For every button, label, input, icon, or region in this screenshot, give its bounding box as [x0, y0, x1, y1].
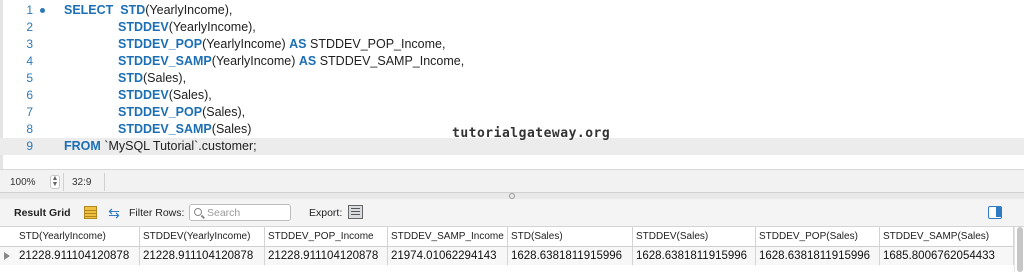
- side-panel-toggle-icon[interactable]: [988, 206, 1002, 219]
- sql-text: (YearlyIncome): [202, 37, 290, 51]
- export-label: Export:: [309, 207, 343, 219]
- statement-marker-icon: [40, 8, 45, 13]
- result-grid: STD(YearlyIncome) STDDEV(YearlyIncome) STD…: [0, 227, 1014, 272]
- table-cell[interactable]: 1628.6381811915996: [508, 247, 633, 265]
- table-cell[interactable]: 21228.911104120878: [16, 247, 140, 265]
- sql-editor[interactable]: 1 SELECT STD(YearlyIncome), 2 STDDEV(Yearly…: [0, 0, 1024, 169]
- line-number: 1: [26, 3, 33, 17]
- sql-keyword: STDDEV_SAMP: [118, 122, 212, 136]
- column-header[interactable]: STDDEV(YearlyIncome): [140, 227, 265, 247]
- sql-keyword: AS: [298, 54, 317, 68]
- filter-rows-label: Filter Rows:: [129, 207, 185, 219]
- grid-header-row: STD(YearlyIncome) STDDEV(YearlyIncome) STD…: [0, 227, 1014, 247]
- code-text: STDDEV_SAMP(Sales): [118, 121, 251, 138]
- sql-keyword: STDDEV_POP: [118, 37, 203, 51]
- code-line[interactable]: 4 STDDEV_SAMP(YearlyIncome) AS STDDEV_SAM…: [0, 53, 1024, 70]
- grid-view-icon[interactable]: [84, 206, 97, 219]
- scrollbar-thumb[interactable]: [1017, 227, 1023, 272]
- zoom-stepper[interactable]: ▲ ▼: [50, 175, 60, 189]
- sql-text: (YearlyIncome): [211, 54, 299, 68]
- search-input[interactable]: [207, 206, 287, 219]
- line-number: 6: [26, 88, 33, 102]
- export-icon[interactable]: [348, 205, 363, 219]
- column-header[interactable]: STD(YearlyIncome): [16, 227, 140, 247]
- code-line[interactable]: 6 STDDEV(Sales),: [0, 87, 1024, 104]
- sql-text: (Sales): [211, 122, 252, 136]
- code-text: STDDEV(Sales),: [118, 87, 212, 104]
- code-text: STDDEV_POP(Sales),: [118, 104, 245, 121]
- code-text: STDDEV(YearlyIncome),: [118, 19, 256, 36]
- line-number: 3: [26, 37, 33, 51]
- result-toolbar: Result Grid ⇆ Filter Rows: Export:: [0, 199, 1024, 227]
- column-header[interactable]: STDDEV_SAMP(Sales): [880, 227, 1014, 247]
- sql-text: STDDEV_POP_Income,: [306, 37, 446, 51]
- column-header[interactable]: STDDEV_SAMP_Income: [388, 227, 508, 247]
- code-line[interactable]: 2 STDDEV(YearlyIncome),: [0, 19, 1024, 36]
- sql-keyword: STDDEV_SAMP: [118, 54, 212, 68]
- search-icon: [194, 208, 202, 216]
- table-cell[interactable]: 21974.01062294143: [388, 247, 508, 265]
- code-line[interactable]: 7 STDDEV_POP(Sales),: [0, 104, 1024, 121]
- sql-text: (YearlyIncome),: [168, 20, 256, 34]
- line-number: 8: [26, 122, 33, 136]
- sql-keyword: FROM: [64, 139, 101, 153]
- line-number: 4: [26, 54, 33, 68]
- line-number: 7: [26, 105, 33, 119]
- sql-keyword: STDDEV: [118, 20, 169, 34]
- sql-text: (Sales),: [202, 105, 246, 119]
- code-line[interactable]: 5 STD(Sales),: [0, 70, 1024, 87]
- code-line[interactable]: 1 SELECT STD(YearlyIncome),: [0, 2, 1024, 19]
- code-text: SELECT STD(YearlyIncome),: [64, 2, 232, 19]
- sql-text: (Sales),: [143, 71, 187, 85]
- table-cell[interactable]: 21228.911104120878: [140, 247, 265, 265]
- line-number: 2: [26, 20, 33, 34]
- code-text: FROM `MySQL Tutorial`.customer;: [64, 138, 257, 155]
- sql-keyword: AS: [289, 37, 307, 51]
- search-box[interactable]: [189, 204, 291, 221]
- table-cell[interactable]: 1628.6381811915996: [633, 247, 756, 265]
- sql-text: `MySQL Tutorial`.customer;: [100, 139, 257, 153]
- column-header[interactable]: STDDEV(Sales): [633, 227, 756, 247]
- sql-text: (Sales),: [168, 88, 212, 102]
- column-header[interactable]: STD(Sales): [508, 227, 633, 247]
- code-text: STDDEV_SAMP(YearlyIncome) AS STDDEV_SAMP…: [118, 53, 464, 70]
- watermark-text: tutorialgateway.org: [452, 126, 611, 141]
- sql-text: STDDEV_SAMP_Income,: [316, 54, 465, 68]
- sql-keyword: STDDEV: [118, 88, 169, 102]
- table-cell[interactable]: 1628.6381811915996: [756, 247, 880, 265]
- result-grid-title: Result Grid: [14, 207, 71, 219]
- refresh-icon[interactable]: ⇆: [106, 205, 122, 221]
- table-row[interactable]: 21228.911104120878 21228.911104120878 2122…: [0, 247, 1014, 265]
- sql-keyword: STDDEV_POP: [118, 105, 203, 119]
- line-number: 5: [26, 71, 33, 85]
- sql-text: (YearlyIncome),: [145, 3, 233, 17]
- code-text: STDDEV_POP(YearlyIncome) AS STDDEV_POP_I…: [118, 36, 445, 53]
- code-text: STD(Sales),: [118, 70, 186, 87]
- cursor-position: 32:9: [72, 177, 92, 188]
- sql-keyword: SELECT: [64, 3, 114, 17]
- status-divider: [63, 173, 64, 191]
- sql-keyword: STD: [118, 71, 143, 85]
- editor-status-bar: 100% ▲ ▼ 32:9: [0, 169, 1024, 193]
- zoom-level: 100%: [10, 177, 36, 188]
- line-number: 9: [26, 139, 33, 153]
- column-header[interactable]: STDDEV_POP_Income: [265, 227, 388, 247]
- status-divider: [104, 173, 105, 191]
- table-cell[interactable]: 1685.8006762054433: [880, 247, 1014, 265]
- table-cell[interactable]: 21228.911104120878: [265, 247, 388, 265]
- row-marker-icon: [4, 252, 10, 260]
- column-header[interactable]: STDDEV_POP(Sales): [756, 227, 880, 247]
- code-line[interactable]: 3 STDDEV_POP(YearlyIncome) AS STDDEV_POP_…: [0, 36, 1024, 53]
- vertical-scrollbar[interactable]: [1014, 227, 1024, 272]
- sql-keyword: STD: [120, 3, 146, 17]
